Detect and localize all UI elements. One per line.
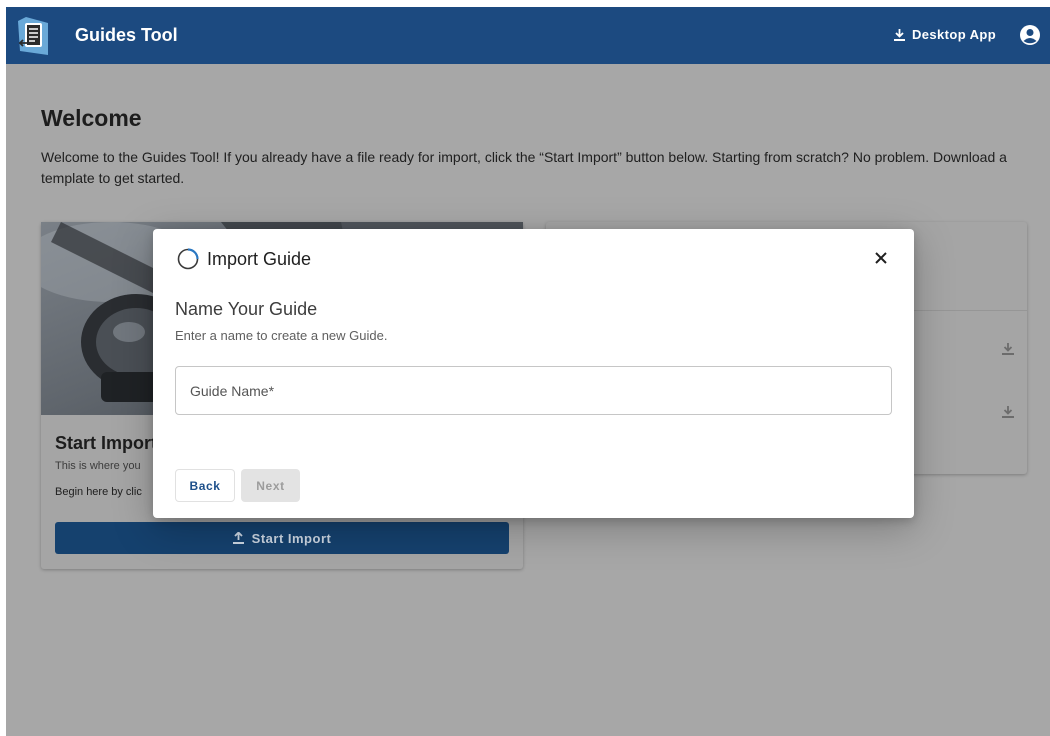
loading-spinner-icon <box>177 248 199 270</box>
desktop-app-button[interactable]: Desktop App <box>894 27 996 42</box>
app-title: Guides Tool <box>75 25 178 45</box>
desktop-app-label: Desktop App <box>912 27 997 42</box>
close-icon[interactable] <box>870 247 892 269</box>
next-button[interactable]: Next <box>241 469 300 502</box>
card-title: Start Import <box>55 433 158 453</box>
app-bar: Guides Tool Desktop App <box>6 7 1050 64</box>
guide-name-field <box>175 366 892 415</box>
guide-name-input[interactable] <box>176 367 891 414</box>
dialog-description: Enter a name to create a new Guide. <box>175 328 388 343</box>
account-circle-icon[interactable] <box>1019 24 1041 46</box>
back-button[interactable]: Back <box>175 469 235 502</box>
start-import-button[interactable]: Start Import <box>55 522 509 554</box>
upload-icon <box>232 532 244 544</box>
start-import-label: Start Import <box>251 530 332 546</box>
download-icon[interactable] <box>1001 405 1015 419</box>
app-window: Guides Tool Desktop App Welcome Welcome … <box>6 7 1050 736</box>
download-icon[interactable] <box>1001 342 1015 356</box>
dialog-heading: Name Your Guide <box>175 299 318 319</box>
card-subtitle: This is where you <box>55 460 141 472</box>
welcome-text: Welcome to the Guides Tool! If you alrea… <box>41 149 1007 186</box>
download-icon <box>894 28 905 41</box>
document-logo-icon <box>18 17 48 55</box>
page-title: Welcome <box>41 105 142 131</box>
dialog-title: Import Guide <box>207 249 312 269</box>
card-body-text: Begin here by clic <box>55 486 142 498</box>
import-guide-dialog: Import Guide Name Your Guide Enter a nam… <box>153 229 914 518</box>
